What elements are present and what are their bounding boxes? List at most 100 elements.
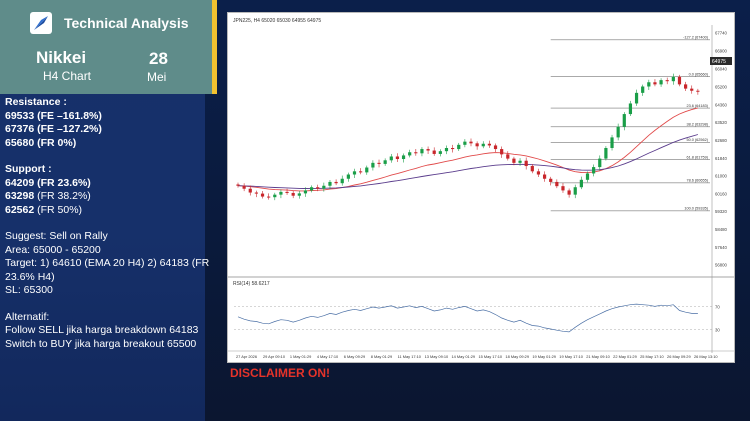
candle-body <box>242 185 246 189</box>
time-tick-label: 25 May 17:10 <box>640 354 664 359</box>
candle-body <box>340 178 344 184</box>
candle-body <box>641 86 645 93</box>
last-price-label: 64975 <box>712 59 726 65</box>
alternatif-buy: Switch to BUY jika harga breakout 65500 <box>5 337 197 350</box>
candle-body <box>334 181 338 184</box>
candle-body <box>634 92 639 104</box>
price-tick-label: 61840 <box>715 156 728 161</box>
candle-body <box>420 149 424 154</box>
candle-body <box>573 187 577 195</box>
candle-body <box>322 185 326 189</box>
target-line-cont: 23.6% H4) <box>5 270 55 283</box>
resistance-heading: Resistance : <box>5 96 67 108</box>
candle-body <box>328 181 332 186</box>
time-tick-label: 1 May 01:29 <box>290 354 311 359</box>
candle-body <box>585 173 590 180</box>
candle-body <box>383 160 387 164</box>
support-level-3: 62562 (FR 50%) <box>5 203 83 216</box>
support-level-1: 64209 (FR 23.6%) <box>5 176 91 189</box>
price-tick-label: 59320 <box>715 209 728 214</box>
candle-body <box>352 171 357 175</box>
brand-logo <box>30 12 52 34</box>
timeframe-label: H4 Chart <box>43 69 92 83</box>
candle-body <box>604 148 608 159</box>
price-tick-label: 64360 <box>715 102 728 107</box>
candle-body <box>267 196 271 198</box>
stoploss-line: SL: 65300 <box>5 284 53 296</box>
price-tick-label: 56800 <box>715 263 728 268</box>
candle-body <box>518 160 522 163</box>
candle-body <box>561 186 565 191</box>
candle-body <box>438 151 442 154</box>
price-tick-label: 66900 <box>715 48 728 53</box>
candle-body <box>254 192 258 194</box>
fib-level-label: 0.0 (65660) <box>689 73 709 77</box>
time-tick-label: 22 May 01:29 <box>613 354 637 359</box>
candle-body <box>487 143 491 146</box>
fib-level-label: -127.2 (67400) <box>683 36 709 40</box>
price-tick-label: 63520 <box>715 120 728 125</box>
time-tick-label: 11 May 17:10 <box>398 354 422 359</box>
price-tick-label: 61000 <box>715 174 728 179</box>
candle-body <box>279 191 283 195</box>
time-tick-label: 19 May 01:29 <box>532 354 556 359</box>
candle-body <box>297 193 301 196</box>
price-tick-label: 57640 <box>715 245 728 250</box>
chart-window[interactable]: JPN225, H4 65020 65030 64955 64975 -127.… <box>227 12 735 363</box>
target-line: Target: 1) 64610 (EMA 20 H4) 2) 64183 (F… <box>5 257 210 269</box>
candle-body <box>530 166 534 172</box>
candle-body <box>622 114 626 127</box>
price-tick-label: 60160 <box>715 191 728 196</box>
candle-body <box>665 80 669 82</box>
candle-body <box>567 190 571 195</box>
candle-body <box>408 152 412 156</box>
time-tick-label: 4 May 17:10 <box>317 354 339 359</box>
header-card: Technical Analysis Nikkei H4 Chart 28 Me… <box>0 0 217 94</box>
candle-body <box>598 158 602 168</box>
ema-fast-line <box>237 107 699 192</box>
time-tick-label: 19 May 17:10 <box>559 354 583 359</box>
suggest-line: Suggest: Sell on Rally <box>5 230 108 242</box>
candle-body <box>677 76 682 85</box>
candle-body <box>684 84 688 89</box>
candle-body <box>457 144 461 150</box>
price-chart[interactable]: JPN225, H4 65020 65030 64955 64975 -127.… <box>228 13 734 362</box>
candle-body <box>690 88 694 91</box>
alternatif-sell: Follow SELL jika harga breakdown 64183 <box>5 324 199 336</box>
rsi-level-label: 30 <box>715 328 720 333</box>
rsi-label: RSI(14) 58.6217 <box>233 281 270 287</box>
candle-body <box>579 179 583 188</box>
candle-body <box>524 160 528 167</box>
price-tick-label: 66040 <box>715 67 728 72</box>
resistance-level-1: 69533 (FE –161.8%) <box>5 109 102 122</box>
candle-body <box>389 156 393 161</box>
time-tick-label: 6 May 09:29 <box>344 354 365 359</box>
candle-body <box>555 181 559 187</box>
time-tick-label: 18 May 09:29 <box>505 354 529 359</box>
candle-body <box>444 148 449 152</box>
price-tick-label: 67740 <box>715 31 728 36</box>
disclaimer: DISCLAIMER ON! <box>230 366 330 380</box>
fib-level-label: 78.6 (60655) <box>686 179 708 183</box>
page-title: Technical Analysis <box>64 15 189 31</box>
candle-body <box>285 191 289 193</box>
candle-body <box>592 167 596 174</box>
candle-body <box>628 103 633 115</box>
chart-title: JPN225, H4 65020 65030 64955 64975 <box>233 18 321 24</box>
price-tick-label: 62680 <box>715 138 728 143</box>
date-month: Mei <box>147 70 167 84</box>
time-tick-label: 27 Apr 2026 <box>236 354 257 359</box>
candle-body <box>512 158 516 163</box>
brand-logo-icon <box>34 16 48 30</box>
time-tick-label: 15 May 17:10 <box>478 354 502 359</box>
alternatif-heading: Alternatif: <box>5 310 50 323</box>
time-tick-label: 26 May 09:29 <box>667 354 691 359</box>
candle-body <box>463 141 467 145</box>
candle-body <box>236 184 240 186</box>
candle-body <box>248 188 252 193</box>
support-heading: Support : <box>5 163 52 175</box>
candle-body <box>659 80 663 85</box>
candle-body <box>395 156 400 160</box>
candle-body <box>610 137 614 148</box>
candle-body <box>359 171 363 173</box>
